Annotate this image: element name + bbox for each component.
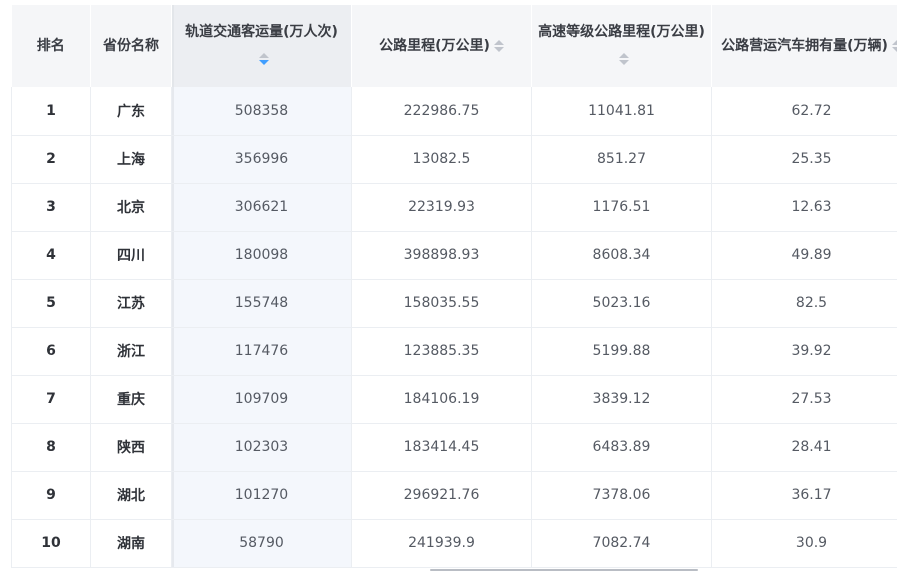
province-cell: 湖北 [90, 471, 172, 520]
table-row: 4 四川 180098 398898.93 8608.34 49.89 [11, 231, 897, 280]
sort-caret-icon[interactable] [493, 39, 504, 52]
rank-cell: 10 [11, 519, 91, 568]
column-header-label: 公路营运汽车拥有量(万辆) [721, 37, 888, 54]
sort-caret-icon[interactable] [891, 39, 897, 52]
sort-caret-icon[interactable] [618, 53, 629, 65]
road-mileage-cell: 222986.75 [351, 87, 532, 136]
road-mileage-cell: 398898.93 [351, 231, 532, 280]
province-cell: 北京 [90, 183, 172, 232]
table-row: 2 上海 356996 13082.5 851.27 25.35 [11, 135, 897, 184]
rank-cell: 6 [11, 327, 91, 376]
table-row: 5 江苏 155748 158035.55 5023.16 82.5 [11, 279, 897, 328]
table-row: 7 重庆 109709 184106.19 3839.12 27.53 [11, 375, 897, 424]
operating-vehicles-cell: 62.72 [711, 87, 897, 136]
province-cell: 四川 [90, 231, 172, 280]
highway-mileage-cell: 11041.81 [531, 87, 712, 136]
highway-mileage-cell: 851.27 [531, 135, 712, 184]
rail-passengers-cell: 356996 [171, 135, 352, 184]
rank-cell: 3 [11, 183, 91, 232]
road-mileage-cell: 158035.55 [351, 279, 532, 328]
province-cell: 湖南 [90, 519, 172, 568]
rail-passengers-cell: 306621 [171, 183, 352, 232]
rail-passengers-cell: 102303 [171, 423, 352, 472]
rank-cell: 9 [11, 471, 91, 520]
province-cell: 重庆 [90, 375, 172, 424]
rail-passengers-cell: 109709 [171, 375, 352, 424]
table-row: 9 湖北 101270 296921.76 7378.06 36.17 [11, 471, 897, 520]
column-header-label: 高速等级公路里程(万公里) [538, 24, 705, 40]
rank-cell: 8 [11, 423, 91, 472]
column-header-rank: 排名 [11, 5, 91, 87]
column-header-operating-vehicles[interactable]: 公路营运汽车拥有量(万辆) [711, 5, 897, 87]
column-header-road-mileage[interactable]: 公路里程(万公里) [351, 5, 532, 87]
highway-mileage-cell: 3839.12 [531, 375, 712, 424]
column-header-province: 省份名称 [90, 5, 172, 87]
road-mileage-cell: 183414.45 [351, 423, 532, 472]
operating-vehicles-cell: 25.35 [711, 135, 897, 184]
rank-cell: 5 [11, 279, 91, 328]
road-mileage-cell: 241939.9 [351, 519, 532, 568]
operating-vehicles-cell: 82.5 [711, 279, 897, 328]
operating-vehicles-cell: 49.89 [711, 231, 897, 280]
rail-passengers-cell: 117476 [171, 327, 352, 376]
operating-vehicles-cell: 30.9 [711, 519, 897, 568]
operating-vehicles-cell: 39.92 [711, 327, 897, 376]
operating-vehicles-cell: 27.53 [711, 375, 897, 424]
table-row: 3 北京 306621 22319.93 1176.51 12.63 [11, 183, 897, 232]
column-header-label: 轨道交通客运量(万人次) [185, 24, 338, 40]
highway-mileage-cell: 5023.16 [531, 279, 712, 328]
highway-mileage-cell: 7082.74 [531, 519, 712, 568]
province-cell: 上海 [90, 135, 172, 184]
ranking-table-view: 排名 省份名称 轨道交通客运量(万人次) 公路里程(万公里) 高速等级公路里程(… [0, 0, 897, 571]
rail-passengers-cell: 180098 [171, 231, 352, 280]
highway-mileage-cell: 1176.51 [531, 183, 712, 232]
road-mileage-cell: 123885.35 [351, 327, 532, 376]
rank-cell: 1 [11, 87, 91, 136]
rank-cell: 4 [11, 231, 91, 280]
highway-mileage-cell: 7378.06 [531, 471, 712, 520]
rail-passengers-cell: 155748 [171, 279, 352, 328]
table-row: 10 湖南 58790 241939.9 7082.74 30.9 [11, 519, 897, 568]
province-cell: 广东 [90, 87, 172, 136]
rank-cell: 2 [11, 135, 91, 184]
road-mileage-cell: 22319.93 [351, 183, 532, 232]
table-header-row: 排名 省份名称 轨道交通客运量(万人次) 公路里程(万公里) 高速等级公路里程(… [11, 5, 897, 87]
operating-vehicles-cell: 36.17 [711, 471, 897, 520]
rail-passengers-cell: 508358 [171, 87, 352, 136]
highway-mileage-cell: 5199.88 [531, 327, 712, 376]
highway-mileage-cell: 8608.34 [531, 231, 712, 280]
operating-vehicles-cell: 28.41 [711, 423, 897, 472]
road-mileage-cell: 296921.76 [351, 471, 532, 520]
table-body: 1 广东 508358 222986.75 11041.81 62.72 2 上… [11, 87, 897, 568]
rank-cell: 7 [11, 375, 91, 424]
operating-vehicles-cell: 12.63 [711, 183, 897, 232]
table-row: 6 浙江 117476 123885.35 5199.88 39.92 [11, 327, 897, 376]
rail-passengers-cell: 58790 [171, 519, 352, 568]
road-mileage-cell: 184106.19 [351, 375, 532, 424]
sort-caret-icon[interactable] [258, 53, 269, 65]
province-cell: 江苏 [90, 279, 172, 328]
column-header-highway-mileage[interactable]: 高速等级公路里程(万公里) [531, 5, 712, 87]
road-mileage-cell: 13082.5 [351, 135, 532, 184]
column-header-label: 公路里程(万公里) [379, 37, 490, 54]
column-header-label: 排名 [36, 37, 65, 54]
column-header-label: 省份名称 [103, 37, 159, 54]
rail-passengers-cell: 101270 [171, 471, 352, 520]
column-header-rail-passengers[interactable]: 轨道交通客运量(万人次) [171, 5, 352, 87]
province-ranking-table: 排名 省份名称 轨道交通客运量(万人次) 公路里程(万公里) 高速等级公路里程(… [11, 5, 897, 568]
province-cell: 陕西 [90, 423, 172, 472]
highway-mileage-cell: 6483.89 [531, 423, 712, 472]
table-row: 1 广东 508358 222986.75 11041.81 62.72 [11, 87, 897, 136]
province-cell: 浙江 [90, 327, 172, 376]
table-row: 8 陕西 102303 183414.45 6483.89 28.41 [11, 423, 897, 472]
